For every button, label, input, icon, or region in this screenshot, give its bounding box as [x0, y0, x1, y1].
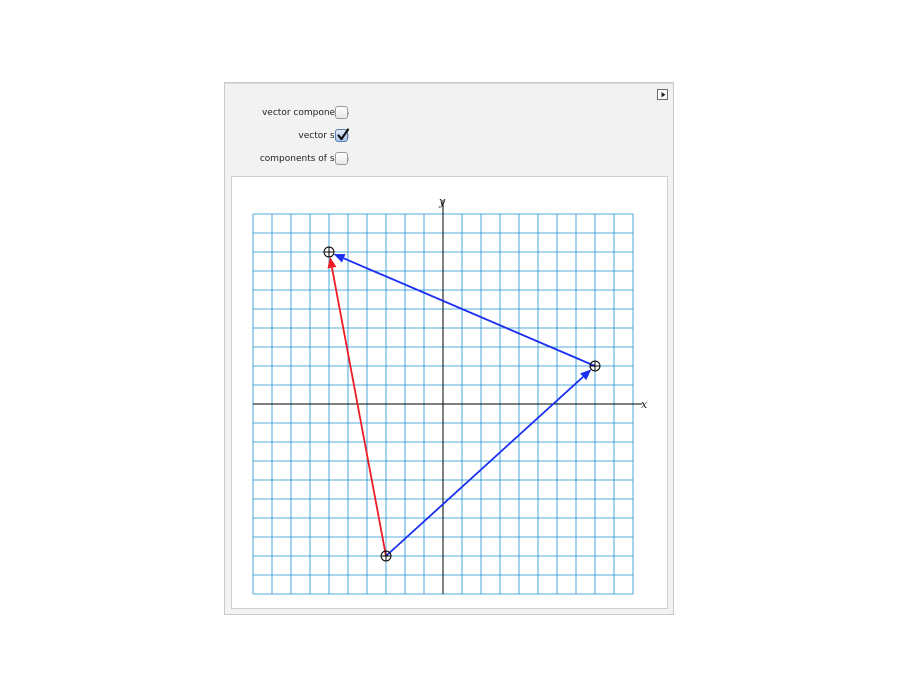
panel-top-border: [225, 83, 673, 84]
locator-A[interactable]: [380, 550, 392, 562]
vector-sum-checkbox[interactable]: [335, 128, 350, 142]
locator-C[interactable]: [323, 246, 335, 258]
components-of-sum-checkbox[interactable]: [335, 152, 348, 165]
control-row-components-of-sum: components of sum: [225, 151, 349, 167]
control-row-vector-components: vector components: [225, 105, 349, 121]
vector-sum-shaft: [331, 267, 387, 557]
y-axis-label: y: [438, 195, 446, 208]
vectors: [327, 253, 596, 557]
checkmark-icon: [337, 128, 350, 141]
manipulate-panel: vector components vector sum components …: [224, 82, 674, 615]
play-triangle-icon: [661, 92, 666, 98]
x-axis-label: x: [641, 398, 648, 411]
axes: [253, 200, 642, 594]
plot-frame: y x: [231, 176, 668, 609]
vector-2-arrowhead: [333, 253, 346, 263]
vector-components-checkbox[interactable]: [335, 106, 348, 119]
control-row-vector-sum: vector sum: [225, 128, 349, 144]
locator-B[interactable]: [589, 360, 601, 372]
expand-panel-button[interactable]: [657, 89, 668, 100]
vector-plot: y x: [252, 195, 648, 595]
